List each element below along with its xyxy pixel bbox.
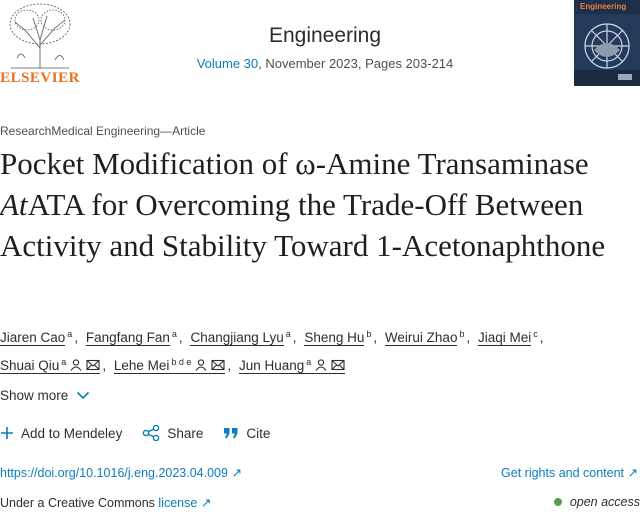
author-name[interactable]: Shuai Qiu a bbox=[0, 357, 101, 374]
publisher-logo[interactable]: ELSEVIER bbox=[0, 0, 80, 90]
email-icon bbox=[331, 359, 345, 371]
author-affiliation: c bbox=[533, 329, 538, 339]
journal-cover-image[interactable]: Engineering bbox=[574, 0, 640, 86]
author-affiliation: a bbox=[306, 357, 312, 367]
person-icon bbox=[315, 359, 327, 371]
journal-title[interactable]: Engineering bbox=[160, 24, 490, 48]
author-item[interactable]: Jiaren Cao a bbox=[0, 322, 72, 350]
author-affiliation: a bbox=[61, 357, 67, 367]
author-item[interactable]: Changjiang Lyu a bbox=[190, 322, 291, 350]
email-icon bbox=[211, 359, 225, 371]
cite-label: Cite bbox=[246, 425, 271, 441]
author-item[interactable]: Jun Huang a bbox=[238, 350, 346, 378]
author-name[interactable]: Changjiang Lyu bbox=[190, 330, 284, 346]
license-info: Under a Creative Commons license ↗ open … bbox=[0, 495, 640, 510]
author-item[interactable]: Sheng Hu b bbox=[304, 322, 371, 350]
publisher-name: ELSEVIER bbox=[0, 70, 80, 86]
plus-icon bbox=[1, 427, 13, 439]
author-list: Jiaren Cao a, Fangfang Fan a, Changjiang L… bbox=[0, 322, 640, 378]
author-item[interactable]: Fangfang Fan a bbox=[85, 322, 177, 350]
share-label: Share bbox=[167, 425, 204, 441]
article-actions: Add to Mendeley Share Cite bbox=[0, 425, 290, 441]
volume-link[interactable]: Volume 30 bbox=[197, 56, 258, 71]
external-link-icon: ↗ bbox=[231, 466, 242, 480]
journal-issue: Volume 30, November 2023, Pages 203-214 bbox=[160, 56, 490, 71]
article-type: ResearchMedical Engineering—Article bbox=[0, 124, 206, 138]
title-part-2: ATA for Overcoming the Trade-Off Between… bbox=[0, 187, 606, 263]
author-name[interactable]: Jun Huang a bbox=[238, 357, 346, 374]
author-separator: , bbox=[227, 358, 232, 373]
author-separator: , bbox=[102, 358, 107, 373]
external-link-icon: ↗ bbox=[200, 496, 212, 510]
person-icon bbox=[195, 359, 207, 371]
show-more-button[interactable]: Show more bbox=[0, 388, 90, 403]
author-separator: , bbox=[74, 330, 79, 345]
author-affiliation: b bbox=[366, 329, 372, 339]
author-separator: , bbox=[539, 330, 544, 345]
author-item[interactable]: Jiaqi Mei c bbox=[478, 322, 538, 350]
author-separator: , bbox=[292, 330, 297, 345]
tree-icon bbox=[9, 3, 71, 69]
add-to-mendeley-button[interactable]: Add to Mendeley bbox=[0, 426, 122, 441]
author-name[interactable]: Jiaren Cao bbox=[0, 330, 66, 346]
author-item[interactable]: Weirui Zhao b bbox=[384, 322, 465, 350]
author-name[interactable]: Weirui Zhao bbox=[384, 330, 458, 346]
author-affiliation: a bbox=[285, 329, 291, 339]
journal-header: ELSEVIER Engineering Volume 30, November… bbox=[0, 0, 640, 92]
license-prefix: Under a Creative Commons bbox=[0, 496, 159, 510]
open-access-dot-icon bbox=[553, 498, 562, 506]
open-access-badge: open access bbox=[553, 495, 640, 509]
author-name[interactable]: Sheng Hu bbox=[304, 330, 365, 346]
author-separator: , bbox=[373, 330, 378, 345]
chevron-down-icon bbox=[77, 391, 90, 400]
author-affiliation: a bbox=[67, 329, 73, 339]
title-part-1: Pocket Modification of ω-Amine Transamin… bbox=[0, 146, 589, 181]
journal-info: Engineering Volume 30, November 2023, Pa… bbox=[160, 24, 490, 71]
get-rights-link[interactable]: Get rights and content ↗ bbox=[501, 465, 638, 480]
share-button[interactable]: Share bbox=[142, 425, 203, 441]
author-name[interactable]: Lehe Mei b d e bbox=[113, 357, 226, 374]
share-icon bbox=[143, 425, 160, 441]
person-icon bbox=[70, 359, 82, 371]
license-link[interactable]: license ↗ bbox=[158, 496, 211, 510]
author-affiliation: a bbox=[171, 329, 177, 339]
author-affiliation: b bbox=[459, 329, 465, 339]
author-item[interactable]: Lehe Mei b d e bbox=[113, 350, 226, 378]
article-title: Pocket Modification of ω-Amine Transamin… bbox=[0, 143, 630, 266]
cover-title: Engineering bbox=[580, 2, 627, 11]
author-separator: , bbox=[466, 330, 471, 345]
author-name[interactable]: Jiaqi Mei bbox=[478, 330, 532, 346]
open-access-label: open access bbox=[569, 495, 640, 509]
quote-icon bbox=[224, 428, 238, 438]
author-separator: , bbox=[178, 330, 183, 345]
email-icon bbox=[86, 359, 100, 371]
doi-link[interactable]: https://doi.org/10.1016/j.eng.2023.04.00… bbox=[0, 465, 242, 480]
issue-details: , November 2023, Pages 203-214 bbox=[258, 56, 454, 71]
author-affiliation: b d e bbox=[171, 357, 192, 367]
cover-art bbox=[574, 0, 640, 86]
title-italic: At bbox=[0, 187, 28, 222]
author-item[interactable]: Shuai Qiu a bbox=[0, 350, 101, 378]
author-name[interactable]: Fangfang Fan bbox=[85, 330, 170, 346]
cite-button[interactable]: Cite bbox=[223, 426, 270, 441]
show-more-label: Show more bbox=[0, 388, 69, 403]
mendeley-label: Add to Mendeley bbox=[21, 425, 123, 441]
external-link-icon: ↗ bbox=[627, 466, 638, 480]
